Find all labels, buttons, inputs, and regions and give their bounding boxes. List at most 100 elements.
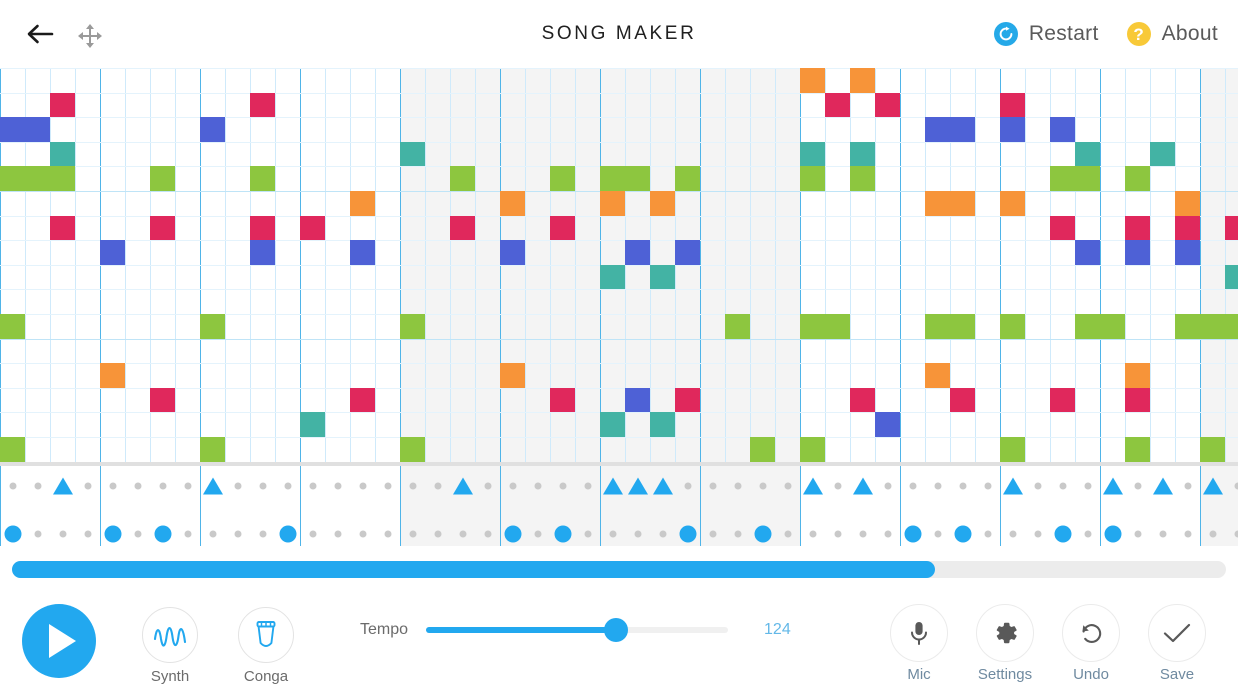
percussion-triangle-active[interactable]	[602, 477, 623, 495]
percussion-circle-empty[interactable]	[1209, 530, 1216, 538]
percussion-circle-empty[interactable]	[209, 530, 216, 538]
percussion-triangle-empty[interactable]	[109, 482, 116, 490]
percussion-triangle-empty[interactable]	[909, 482, 916, 490]
percussion-triangle-active[interactable]	[802, 477, 823, 495]
percussion-circle-empty[interactable]	[784, 530, 791, 538]
playback-progress[interactable]	[0, 556, 1238, 584]
settings-button[interactable]: Settings	[976, 604, 1034, 683]
percussion-triangle-empty[interactable]	[434, 482, 441, 490]
percussion-circle-empty[interactable]	[709, 530, 716, 538]
play-button[interactable]	[22, 604, 96, 678]
percussion-triangle-empty[interactable]	[184, 482, 191, 490]
percussion-triangle-empty[interactable]	[709, 482, 716, 490]
percussion-triangle-empty[interactable]	[334, 482, 341, 490]
percussion-triangle-active[interactable]	[1002, 477, 1023, 495]
percussion-circle-active[interactable]	[1104, 525, 1121, 543]
percussion-triangle-empty[interactable]	[1234, 482, 1238, 490]
percussion-triangle-active[interactable]	[852, 477, 873, 495]
percussion-circle-empty[interactable]	[534, 530, 541, 538]
tempo-slider[interactable]	[426, 616, 729, 644]
undo-button[interactable]: Undo	[1062, 604, 1120, 683]
percussion-circle-active[interactable]	[104, 525, 121, 543]
save-button[interactable]: Save	[1148, 604, 1206, 683]
percussion-circle-empty[interactable]	[459, 530, 466, 538]
tempo-knob[interactable]	[604, 618, 629, 642]
percussion-circle-empty[interactable]	[609, 530, 616, 538]
instrument-button-synth[interactable]: Synth	[142, 607, 198, 685]
percussion-circle-empty[interactable]	[659, 530, 666, 538]
percussion-triangle-active[interactable]	[452, 477, 473, 495]
percussion-triangle-empty[interactable]	[684, 482, 691, 490]
percussion-triangle-active[interactable]	[1152, 477, 1173, 495]
percussion-triangle-empty[interactable]	[34, 482, 41, 490]
percussion-triangle-empty[interactable]	[959, 482, 966, 490]
percussion-triangle-empty[interactable]	[984, 482, 991, 490]
percussion-triangle-empty[interactable]	[1134, 482, 1141, 490]
percussion-circle-active[interactable]	[279, 525, 296, 543]
percussion-triangle-empty[interactable]	[259, 482, 266, 490]
percussion-circle-empty[interactable]	[59, 530, 66, 538]
percussion-circle-empty[interactable]	[1234, 530, 1238, 538]
percussion-triangle-empty[interactable]	[409, 482, 416, 490]
percussion-triangle-empty[interactable]	[359, 482, 366, 490]
percussion-triangle-empty[interactable]	[1059, 482, 1066, 490]
percussion-triangle-empty[interactable]	[584, 482, 591, 490]
percussion-circle-empty[interactable]	[884, 530, 891, 538]
percussion-triangle-active[interactable]	[627, 477, 648, 495]
percussion-triangle-empty[interactable]	[84, 482, 91, 490]
percussion-triangle-empty[interactable]	[759, 482, 766, 490]
percussion-circle-empty[interactable]	[234, 530, 241, 538]
percussion-triangle-active[interactable]	[1202, 477, 1223, 495]
percussion-triangle-active[interactable]	[652, 477, 673, 495]
percussion-triangle-empty[interactable]	[134, 482, 141, 490]
percussion-circle-active[interactable]	[754, 525, 771, 543]
percussion-triangle-empty[interactable]	[934, 482, 941, 490]
percussion-circle-empty[interactable]	[1159, 530, 1166, 538]
percussion-circle-empty[interactable]	[84, 530, 91, 538]
percussion-triangle-empty[interactable]	[309, 482, 316, 490]
percussion-circle-empty[interactable]	[184, 530, 191, 538]
percussion-circle-empty[interactable]	[134, 530, 141, 538]
percussion-circle-empty[interactable]	[309, 530, 316, 538]
percussion-triangle-empty[interactable]	[9, 482, 16, 490]
instrument-button-conga[interactable]: Conga	[238, 607, 294, 685]
percussion-circle-active[interactable]	[679, 525, 696, 543]
percussion-circle-empty[interactable]	[584, 530, 591, 538]
percussion-triangle-empty[interactable]	[884, 482, 891, 490]
percussion-circle-active[interactable]	[1054, 525, 1071, 543]
percussion-triangle-empty[interactable]	[159, 482, 166, 490]
percussion-circle-empty[interactable]	[859, 530, 866, 538]
percussion-circle-active[interactable]	[904, 525, 921, 543]
percussion-triangle-empty[interactable]	[1084, 482, 1091, 490]
percussion-circle-empty[interactable]	[634, 530, 641, 538]
progress-track[interactable]	[12, 561, 1226, 578]
percussion-triangle-empty[interactable]	[734, 482, 741, 490]
percussion-circle-empty[interactable]	[734, 530, 741, 538]
percussion-grid[interactable]	[0, 68, 1238, 546]
percussion-circle-empty[interactable]	[1009, 530, 1016, 538]
percussion-circle-active[interactable]	[4, 525, 21, 543]
song-grid[interactable]	[0, 68, 1238, 546]
percussion-triangle-empty[interactable]	[384, 482, 391, 490]
percussion-circle-empty[interactable]	[1034, 530, 1041, 538]
percussion-circle-empty[interactable]	[834, 530, 841, 538]
percussion-circle-empty[interactable]	[34, 530, 41, 538]
about-button[interactable]: ? About	[1126, 22, 1218, 46]
percussion-triangle-empty[interactable]	[784, 482, 791, 490]
percussion-triangle-empty[interactable]	[1184, 482, 1191, 490]
percussion-circle-empty[interactable]	[409, 530, 416, 538]
percussion-triangle-empty[interactable]	[484, 482, 491, 490]
percussion-circle-active[interactable]	[504, 525, 521, 543]
percussion-triangle-active[interactable]	[1102, 477, 1123, 495]
percussion-triangle-empty[interactable]	[234, 482, 241, 490]
percussion-circle-empty[interactable]	[809, 530, 816, 538]
percussion-triangle-active[interactable]	[52, 477, 73, 495]
percussion-triangle-empty[interactable]	[559, 482, 566, 490]
percussion-circle-active[interactable]	[554, 525, 571, 543]
percussion-circle-empty[interactable]	[384, 530, 391, 538]
percussion-triangle-empty[interactable]	[509, 482, 516, 490]
percussion-triangle-empty[interactable]	[834, 482, 841, 490]
percussion-circle-empty[interactable]	[334, 530, 341, 538]
restart-button[interactable]: Restart	[993, 22, 1099, 46]
percussion-circle-empty[interactable]	[484, 530, 491, 538]
